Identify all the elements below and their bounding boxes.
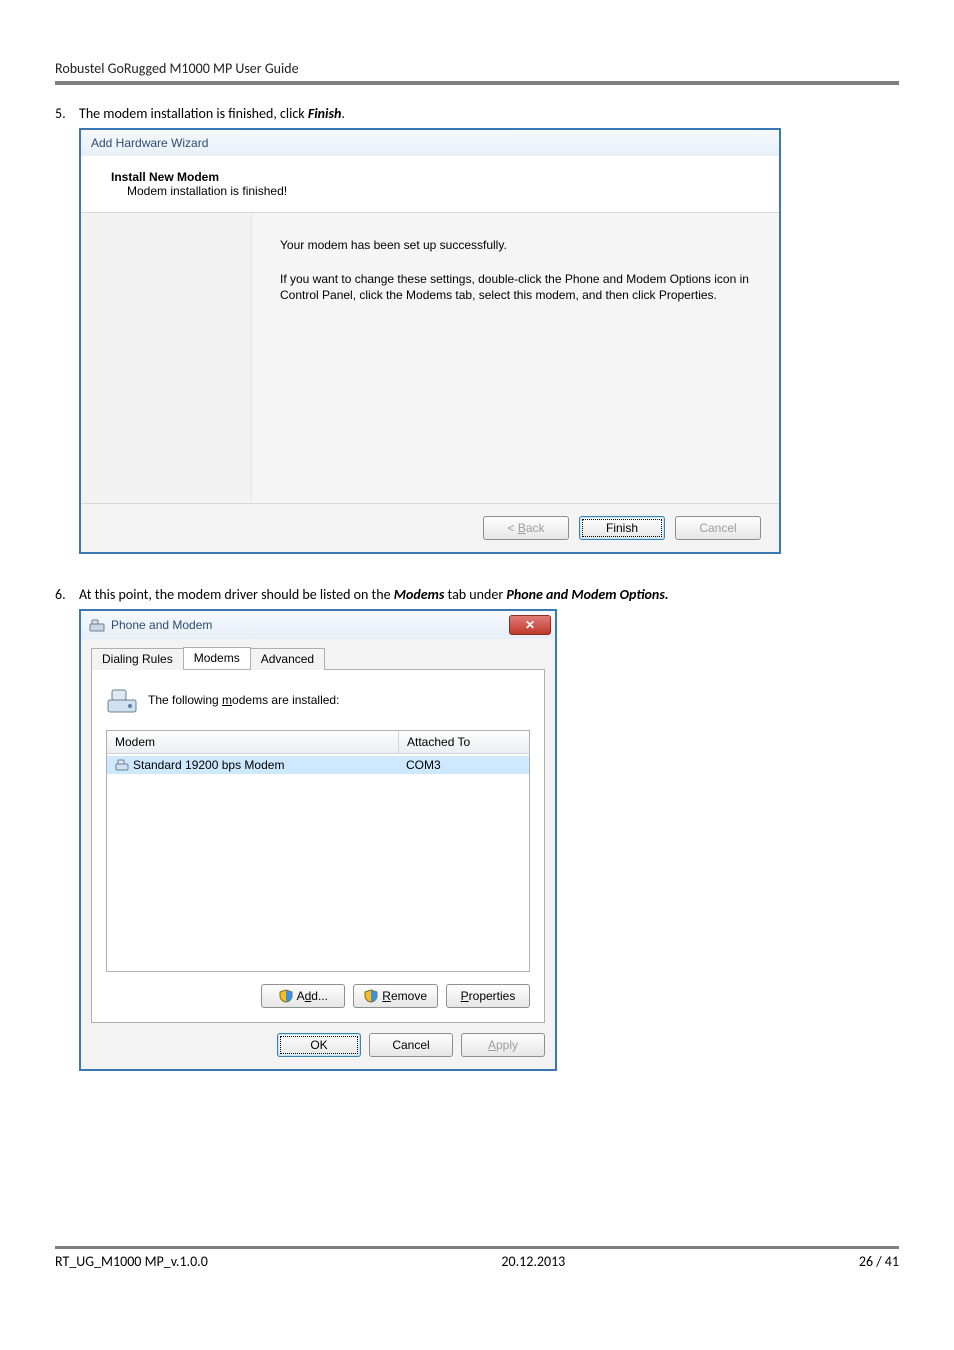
wizard-sidebar-graphic [81,213,252,503]
step-6-b1: Modems [394,586,445,603]
shield-icon [364,989,378,1003]
tab-dialing-rules[interactable]: Dialing Rules [91,648,184,670]
wizard-footer: < Back Finish Cancel [81,503,779,552]
add-button[interactable]: Add... [261,984,345,1008]
properties-button[interactable]: Properties [446,984,530,1008]
page-header: Robustel GoRugged M1000 MP User Guide [55,60,899,77]
col-modem[interactable]: Modem [107,731,399,753]
back-button-label: < Back [507,521,544,535]
apply-button-label: Apply [488,1038,518,1052]
pm-buttons-row: Add... Remove Properties [106,984,530,1008]
back-button: < Back [483,516,569,540]
phone-and-modem-dialog: Phone and Modem ✕ Dialing Rules Modems A… [79,609,557,1071]
page-footer: RT_UG_M1000 MP_v.1.0.0 20.12.2013 26 / 4… [55,1249,899,1270]
add-button-label: Add... [297,989,328,1003]
tab-modems[interactable]: Modems [183,647,251,669]
cancel-button-2[interactable]: Cancel [369,1033,453,1057]
pm-title-text: Phone and Modem [111,618,212,632]
cancel-button: Cancel [675,516,761,540]
ok-button[interactable]: OK [277,1033,361,1057]
wizard-body-line2: If you want to change these settings, do… [280,271,751,303]
list-row[interactable]: Standard 19200 bps Modem COM3 [107,754,529,776]
pm-infoline: The following modems are installed: [106,684,530,716]
wizard-header-sub: Modem installation is finished! [127,184,757,198]
finish-button[interactable]: Finish [579,516,665,540]
close-icon: ✕ [525,618,535,632]
step-5: 5. The modem installation is finished, c… [55,105,899,554]
step-5-bold: Finish [308,105,342,122]
remove-button[interactable]: Remove [353,984,438,1008]
close-button[interactable]: ✕ [509,615,551,635]
pm-titlebar: Phone and Modem ✕ [81,611,555,639]
modem-large-icon [106,684,138,716]
ok-button-label: OK [310,1038,327,1052]
pm-footer: OK Cancel Apply [81,1033,555,1069]
step-5-number: 5. [55,105,79,554]
properties-button-label: Properties [461,989,516,1003]
shield-icon [279,989,293,1003]
header-rule [55,81,899,85]
remove-button-label: Remove [382,989,427,1003]
modems-listview[interactable]: Modem Attached To Standard 19200 bps Mod… [106,730,530,972]
footer-left: RT_UG_M1000 MP_v.1.0.0 [55,1253,208,1270]
step-6-number: 6. [55,586,79,1071]
col-attached-to[interactable]: Attached To [399,731,529,753]
apply-button: Apply [461,1033,545,1057]
phone-modem-icon [89,617,105,633]
wizard-body: Your modem has been set up successfully.… [81,213,779,503]
step-5-text: The modem installation is finished, clic… [79,105,899,122]
modem-small-icon [115,758,129,772]
cancel-button-label: Cancel [699,521,736,535]
wizard-window-title: Add Hardware Wizard [81,130,779,156]
pm-tabs: Dialing Rules Modems Advanced [81,639,555,669]
cell-modem-text: Standard 19200 bps Modem [133,758,284,772]
wizard-header: Install New Modem Modem installation is … [81,156,779,213]
finish-button-label: Finish [606,521,638,535]
footer-center: 20.12.2013 [501,1253,565,1270]
step-6-mid: tab under [444,586,506,603]
wizard-content: Your modem has been set up successfully.… [252,213,779,503]
step-6: 6. At this point, the modem driver shoul… [55,586,899,1071]
cell-port: COM3 [398,756,529,774]
step-6-b2: Phone and Modem Options. [506,586,668,603]
cancel-button-2-label: Cancel [392,1038,429,1052]
wizard-body-line1: Your modem has been set up successfully. [280,237,751,253]
pm-tabpanel: The following modems are installed: Mode… [91,669,545,1023]
listview-header: Modem Attached To [107,731,529,754]
footer-right: 26 / 41 [859,1253,899,1270]
step-5-pre: The modem installation is finished, clic… [79,105,308,122]
add-hardware-wizard-dialog: Add Hardware Wizard Install New Modem Mo… [79,128,781,554]
tab-advanced[interactable]: Advanced [250,648,325,670]
pm-info-text: The following modems are installed: [148,693,339,707]
wizard-header-title: Install New Modem [111,170,757,184]
step-5-post: . [341,105,345,122]
step-6-pre: At this point, the modem driver should b… [79,586,394,603]
step-6-text: At this point, the modem driver should b… [79,586,899,603]
cell-modem: Standard 19200 bps Modem [107,756,398,774]
